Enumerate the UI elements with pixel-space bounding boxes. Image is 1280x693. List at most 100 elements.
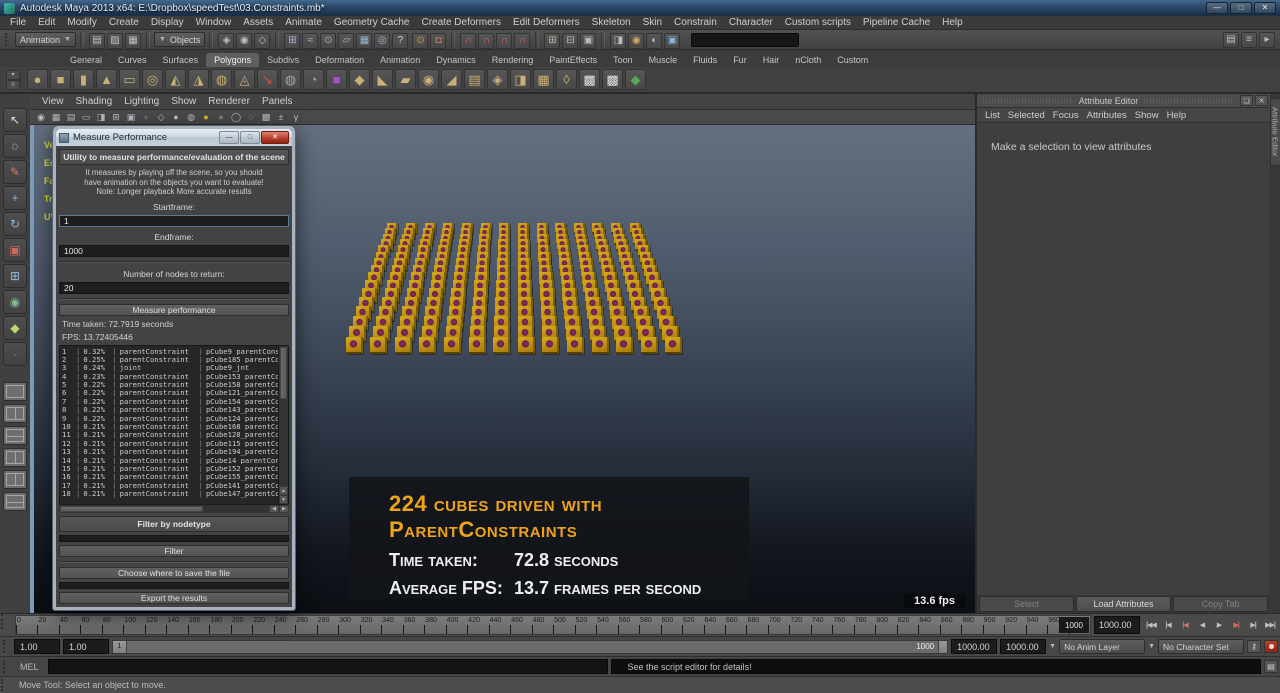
save-scene-icon[interactable]: ▦ (124, 32, 141, 49)
step-forward-frame-icon[interactable]: ▶| (1228, 617, 1244, 634)
current-time-field[interactable]: 1000.00 (1094, 616, 1140, 634)
filter-input[interactable] (59, 534, 289, 542)
scroll-right-icon[interactable]: ▶ (279, 504, 289, 513)
snap-grid-icon[interactable]: ⊞ (284, 32, 301, 49)
layout-single-button[interactable] (3, 382, 27, 401)
layout-hypergraph-button[interactable] (3, 492, 27, 511)
magnet-point-icon[interactable]: ∩ (496, 32, 513, 49)
layout-outliner-button[interactable] (3, 470, 27, 489)
render-settings-icon[interactable]: ▣ (664, 32, 681, 49)
snap-point-icon[interactable]: ⊙ (320, 32, 337, 49)
dialog-maximize-icon[interactable]: □ (240, 131, 260, 144)
result-row[interactable]: 3 | 0.24% | joint | pCube9_jnt (62, 363, 278, 371)
range-bar[interactable]: 1 1000 (112, 639, 949, 654)
menu-window[interactable]: Window (190, 17, 238, 28)
extrude-icon[interactable]: ◆ (349, 69, 370, 91)
playback-start-field[interactable]: 1.00 (63, 639, 109, 654)
attribute-editor-header[interactable]: Attribute Editor ❏ ✕ (977, 94, 1270, 108)
result-row[interactable]: 6 | 0.22% | parentConstraint | pCube121_parent… (62, 388, 278, 396)
playback-end-field[interactable]: 1000.00 (951, 639, 998, 654)
shelf-tab-polygons[interactable]: Polygons (206, 53, 260, 67)
menu-display[interactable]: Display (145, 17, 190, 28)
scroll-left-icon[interactable]: ◀ (269, 504, 279, 513)
menu-file[interactable]: File (4, 17, 32, 28)
poly-pyramid-icon[interactable]: ◮ (188, 69, 209, 91)
shelf-tab-muscle[interactable]: Muscle (641, 53, 686, 67)
result-row[interactable]: 1 | 0.32% | parentConstraint | pCube9_parentCo… (62, 347, 278, 355)
attr-menu-help[interactable]: Help (1167, 110, 1195, 121)
bridge-icon[interactable]: ▰ (395, 69, 416, 91)
endframe-input[interactable]: 1000 (59, 244, 289, 257)
grid-icon[interactable]: ▦ (49, 111, 63, 124)
step-back-frame-icon[interactable]: |◀ (1177, 617, 1193, 634)
attribute-editor-vertical-tab[interactable]: Attribute Editor (1269, 98, 1280, 166)
menu-geometry-cache[interactable]: Geometry Cache (328, 17, 416, 28)
dialog-titlebar[interactable]: Measure Performance — □ ✕ (56, 129, 292, 146)
move-tool-icon[interactable]: + (3, 186, 27, 210)
bevel-icon[interactable]: ◣ (372, 69, 393, 91)
crease-icon[interactable]: ◊ (556, 68, 577, 90)
layout-two-pane-button[interactable] (3, 404, 27, 423)
result-row[interactable]: 7 | 0.22% | parentConstraint | pCube154_parent… (62, 397, 278, 405)
scroll-down-icon[interactable]: ▼ (279, 494, 288, 504)
animation-end-field[interactable]: 1000.00 (1000, 639, 1047, 654)
go-to-end-icon[interactable]: ▶▶| (1262, 617, 1278, 634)
quick-select-field[interactable] (691, 32, 800, 47)
menu-skin[interactable]: Skin (637, 17, 668, 28)
quick-help-icon[interactable]: ? (392, 32, 409, 49)
range-slider-grip[interactable] (3, 639, 8, 654)
select-camera-icon[interactable]: ◉ (34, 111, 48, 124)
new-scene-icon[interactable]: ▤ (88, 32, 105, 49)
add-divisions-icon[interactable]: ◔ (303, 68, 324, 90)
panel-menu-lighting[interactable]: Lighting (118, 96, 165, 107)
show-manip-tool-icon[interactable]: ◆ (3, 316, 27, 340)
mel-input[interactable] (47, 659, 608, 674)
select-tool-icon[interactable]: ↖ (3, 108, 27, 132)
xray-icon[interactable]: ▩ (259, 111, 273, 124)
use-all-lights-icon[interactable]: ● (199, 111, 213, 124)
result-row[interactable]: 10 | 0.21% | parentConstraint | pCube168_paren… (62, 422, 278, 430)
gamma-icon[interactable]: γ (289, 111, 303, 124)
shelf-tab-deformation[interactable]: Deformation (307, 53, 372, 67)
attr-menu-list[interactable]: List (985, 110, 1008, 121)
auto-keyframe-icon[interactable] (1264, 640, 1278, 653)
panel-menu-panels[interactable]: Panels (256, 96, 299, 107)
highlight-selection-icon[interactable]: ◘ (430, 32, 447, 49)
symmetry-icon[interactable]: ◆ (625, 69, 646, 91)
time-slider-ruler[interactable]: 0 20 40 60 80 100 120 140 160 180 200 220 240 260 280 3… (15, 615, 1091, 635)
character-set-dropdown[interactable]: No Character Set (1158, 639, 1244, 654)
last-tool-icon[interactable]: · (3, 342, 27, 366)
result-row[interactable]: 9 | 0.22% | parentConstraint | pCube124_parent… (62, 414, 278, 422)
menu-create-deformers[interactable]: Create Deformers (416, 17, 507, 28)
lasso-tool-icon[interactable]: ◌ (3, 134, 27, 158)
startframe-input[interactable]: 1 (59, 214, 289, 227)
magnet-grid-icon[interactable]: ∩ (460, 32, 477, 49)
panel-menu-renderer[interactable]: Renderer (202, 96, 256, 107)
result-row[interactable]: 13 | 0.21% | parentConstraint | pCube194_paren… (62, 447, 278, 455)
poly-sphere-icon[interactable]: ● (27, 68, 48, 90)
result-row[interactable]: 2 | 0.25% | parentConstraint | pCube185_parent… (62, 355, 278, 363)
construction-history-icon[interactable]: ▣ (580, 32, 597, 49)
shelf-tab-dynamics[interactable]: Dynamics (428, 53, 484, 67)
result-row[interactable]: 4 | 0.23% | parentConstraint | pCube153_parent… (62, 372, 278, 380)
output-connections-icon[interactable]: ⊟ (562, 32, 579, 49)
shelf-tab-fluids[interactable]: Fluids (685, 53, 725, 67)
snap-curve-icon[interactable]: ≈ (302, 32, 319, 49)
menu-animate[interactable]: Animate (279, 17, 328, 28)
shelf-tab-hair[interactable]: Hair (755, 53, 788, 67)
range-start-handle[interactable]: 1 (113, 640, 127, 653)
result-row[interactable]: 14 | 0.21% | parentConstraint | pCube14_parent… (62, 456, 278, 464)
measure-performance-button[interactable]: Measure performance (59, 303, 289, 316)
poly-cone-icon[interactable]: ▲ (96, 68, 117, 90)
soft-mod-tool-icon[interactable]: ◉ (3, 290, 27, 314)
universal-manip-tool-icon[interactable]: ⊞ (3, 264, 27, 288)
nodes-input[interactable]: 20 (59, 281, 289, 294)
textured-icon[interactable]: ◍ (184, 111, 198, 124)
export-results-button[interactable]: Export the results (59, 592, 289, 604)
shelf-tab-toggle-icon[interactable]: ▾ (6, 69, 20, 80)
menu-set-dropdown[interactable]: Animation ▼ (15, 32, 76, 47)
selection-mode-dropdown[interactable]: ▼ Objects (153, 32, 206, 47)
maximize-icon[interactable]: □ (1230, 2, 1252, 14)
shelf-tab-curves[interactable]: Curves (110, 53, 155, 67)
scroll-up-icon[interactable]: ▲ (279, 485, 288, 495)
